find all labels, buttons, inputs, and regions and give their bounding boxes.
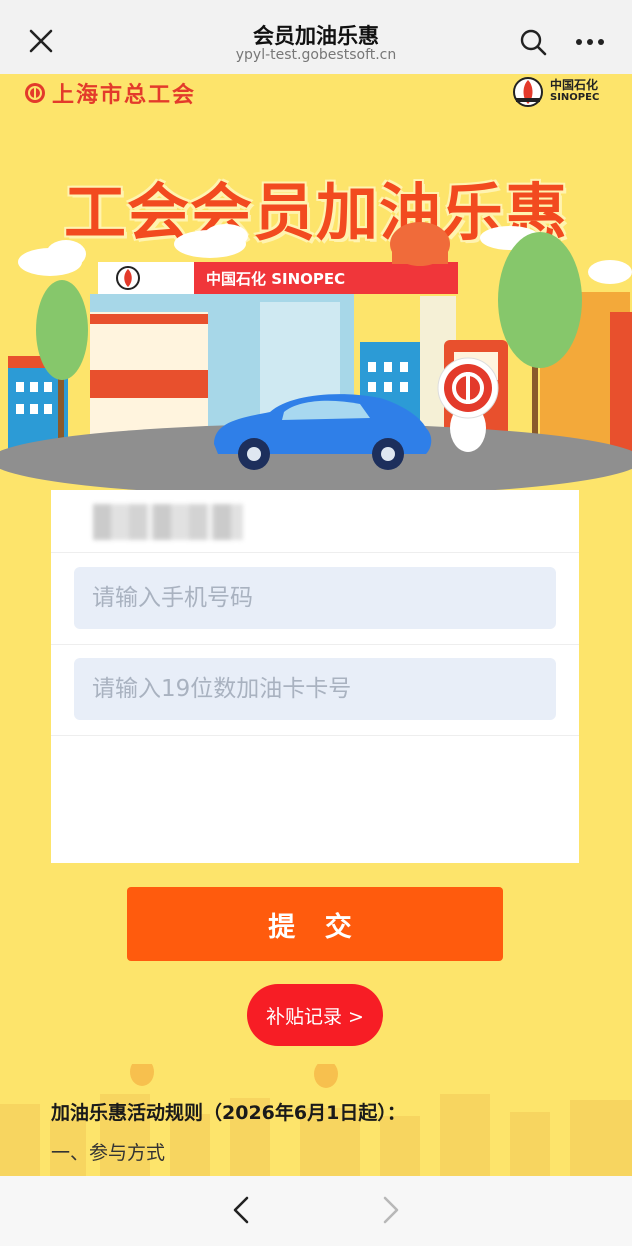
divider [51, 735, 579, 736]
sinopec-emblem-icon [513, 77, 543, 107]
union-logo: 上海市总工会 [24, 78, 196, 108]
rules-title: 加油乐惠活动规则（2026年6月1日起）： [51, 1102, 406, 1124]
sinopec-en-name: SINOPEC [550, 92, 600, 103]
divider [51, 644, 579, 645]
union-name: 上海市总工会 [52, 82, 197, 108]
top-bar: 会员加油乐惠 ypyl-test.gobestsoft.cn [0, 0, 632, 74]
subsidy-records-button[interactable]: 补贴记录 > [247, 984, 383, 1046]
station-sign-text: 中国石化 SINOPEC [206, 270, 345, 288]
back-arrow-icon[interactable] [226, 1194, 258, 1226]
fuel-card-input[interactable] [74, 658, 556, 720]
submit-button[interactable]: 提 交 [127, 887, 503, 961]
rules-section-heading: 一、参与方式 [51, 1142, 166, 1164]
gas-station-illustration: 中国石化 SINOPEC [0, 222, 632, 494]
page-content: 上海市总工会 中国石化 SINOPEC 工会会员加油乐惠 中国石化 SINOPE… [0, 74, 632, 1176]
sinopec-logo: 中国石化 SINOPEC [510, 74, 610, 110]
forward-arrow-icon[interactable] [374, 1194, 406, 1226]
bottom-nav-bar [0, 1176, 632, 1246]
member-name-masked [93, 504, 243, 540]
sinopec-cn-name: 中国石化 [550, 78, 599, 92]
more-icon[interactable] [574, 30, 606, 54]
phone-input[interactable] [74, 567, 556, 629]
form-card [51, 490, 579, 863]
union-emblem-icon [25, 83, 45, 103]
search-icon[interactable] [518, 27, 548, 57]
member-name-row [51, 490, 579, 553]
